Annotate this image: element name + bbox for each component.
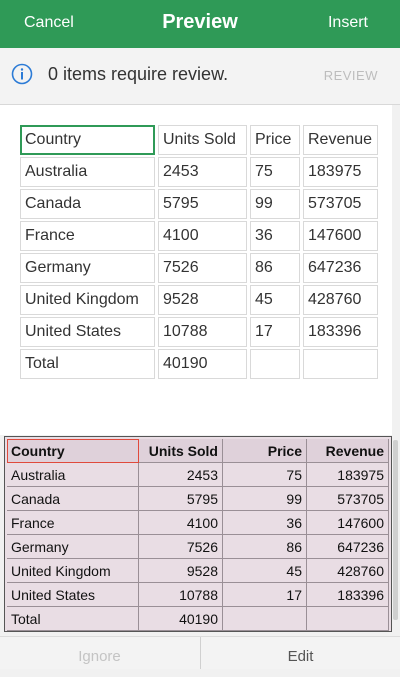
column-header-cell[interactable]: Price xyxy=(250,125,300,155)
table-cell[interactable]: 428760 xyxy=(303,285,378,315)
review-button[interactable]: REVIEW xyxy=(324,68,378,83)
table-cell[interactable]: Australia xyxy=(20,157,155,187)
source-cell: 428760 xyxy=(307,559,389,583)
table-cell[interactable]: 40190 xyxy=(158,349,247,379)
table-cell[interactable]: 36 xyxy=(250,221,300,251)
source-cell: Australia xyxy=(7,463,139,487)
table-cell[interactable]: 17 xyxy=(250,317,300,347)
source-header-cell: Revenue xyxy=(307,439,389,463)
source-cell: Canada xyxy=(7,487,139,511)
table-cell[interactable]: 45 xyxy=(250,285,300,315)
table-cell[interactable]: 183396 xyxy=(303,317,378,347)
table-cell[interactable] xyxy=(250,349,300,379)
source-cell: Total xyxy=(7,607,139,631)
source-cell: 45 xyxy=(223,559,307,583)
source-cell: 573705 xyxy=(307,487,389,511)
review-bar: 0 items require review. REVIEW xyxy=(0,48,400,105)
source-cell: 7526 xyxy=(139,535,223,559)
source-cell: 183396 xyxy=(307,583,389,607)
table-cell[interactable]: 4100 xyxy=(158,221,247,251)
table-cell[interactable]: 2453 xyxy=(158,157,247,187)
table-cell[interactable]: 75 xyxy=(250,157,300,187)
table-cell[interactable]: 647236 xyxy=(303,253,378,283)
table-cell[interactable]: France xyxy=(20,221,155,251)
table-cell[interactable]: 86 xyxy=(250,253,300,283)
source-cell: 99 xyxy=(223,487,307,511)
table-cell[interactable]: 573705 xyxy=(303,189,378,219)
ignore-button[interactable]: Ignore xyxy=(0,637,199,669)
table-cell[interactable]: 10788 xyxy=(158,317,247,347)
table-cell[interactable] xyxy=(303,349,378,379)
table-cell[interactable]: United States xyxy=(20,317,155,347)
table-cell[interactable]: Canada xyxy=(20,189,155,219)
preview-sheet: Country Units Sold Price Revenue Australia 24… xyxy=(0,105,392,435)
column-header-cell[interactable]: Revenue xyxy=(303,125,378,155)
app-header: Cancel Preview Insert xyxy=(0,0,400,48)
source-cell xyxy=(223,607,307,631)
table-cell[interactable]: 183975 xyxy=(303,157,378,187)
table-cell[interactable]: 99 xyxy=(250,189,300,219)
source-cell xyxy=(307,607,389,631)
review-status-text: 0 items require review. xyxy=(48,64,229,84)
source-cell: 2453 xyxy=(139,463,223,487)
column-header-cell[interactable]: Units Sold xyxy=(158,125,247,155)
source-cell: 147600 xyxy=(307,511,389,535)
source-cell: 40190 xyxy=(139,607,223,631)
source-cell: 17 xyxy=(223,583,307,607)
source-cell: 10788 xyxy=(139,583,223,607)
source-cell: 183975 xyxy=(307,463,389,487)
scrollbar[interactable] xyxy=(393,440,398,620)
source-selection-highlight xyxy=(7,439,139,463)
insert-button[interactable]: Insert xyxy=(328,14,368,32)
source-cell: 4100 xyxy=(139,511,223,535)
table-cell[interactable]: 5795 xyxy=(158,189,247,219)
edit-button[interactable]: Edit xyxy=(200,637,400,669)
source-cell: United Kingdom xyxy=(7,559,139,583)
source-cell: 86 xyxy=(223,535,307,559)
source-cell: United States xyxy=(7,583,139,607)
source-cell: France xyxy=(7,511,139,535)
table-cell[interactable]: Total xyxy=(20,349,155,379)
source-cell: 647236 xyxy=(307,535,389,559)
source-cell: 5795 xyxy=(139,487,223,511)
source-cell: 9528 xyxy=(139,559,223,583)
source-cell: 36 xyxy=(223,511,307,535)
info-icon xyxy=(11,63,33,85)
bottom-action-bar: Ignore Edit xyxy=(0,636,400,669)
table-cell[interactable]: Germany xyxy=(20,253,155,283)
source-header-cell: Units Sold xyxy=(139,439,223,463)
table-cell[interactable]: 9528 xyxy=(158,285,247,315)
source-image-table: Country Units Sold Price Revenue Australia 24… xyxy=(4,436,392,632)
table-cell[interactable]: United Kingdom xyxy=(20,285,155,315)
table-cell[interactable]: 7526 xyxy=(158,253,247,283)
column-header-cell[interactable]: Country xyxy=(20,125,155,155)
source-cell: Germany xyxy=(7,535,139,559)
source-header-cell: Price xyxy=(223,439,307,463)
source-cell: 75 xyxy=(223,463,307,487)
table-cell[interactable]: 147600 xyxy=(303,221,378,251)
